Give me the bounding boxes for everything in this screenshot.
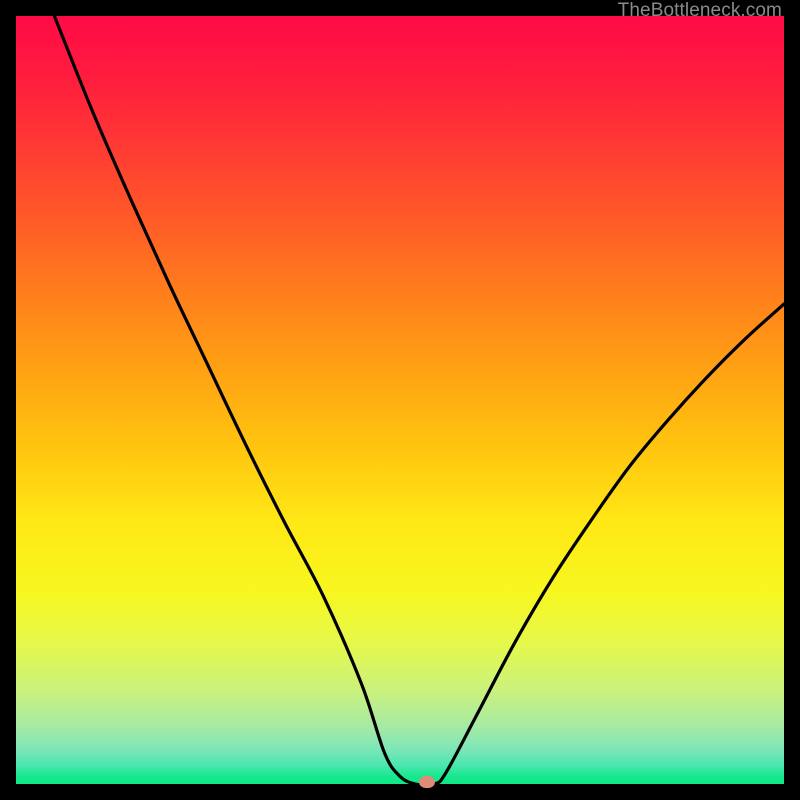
frame: TheBottleneck.com bbox=[0, 0, 800, 800]
bottleneck-curve bbox=[16, 16, 784, 784]
plot-area bbox=[16, 16, 784, 784]
watermark-text: TheBottleneck.com bbox=[618, 0, 782, 22]
minimum-marker bbox=[419, 776, 435, 788]
